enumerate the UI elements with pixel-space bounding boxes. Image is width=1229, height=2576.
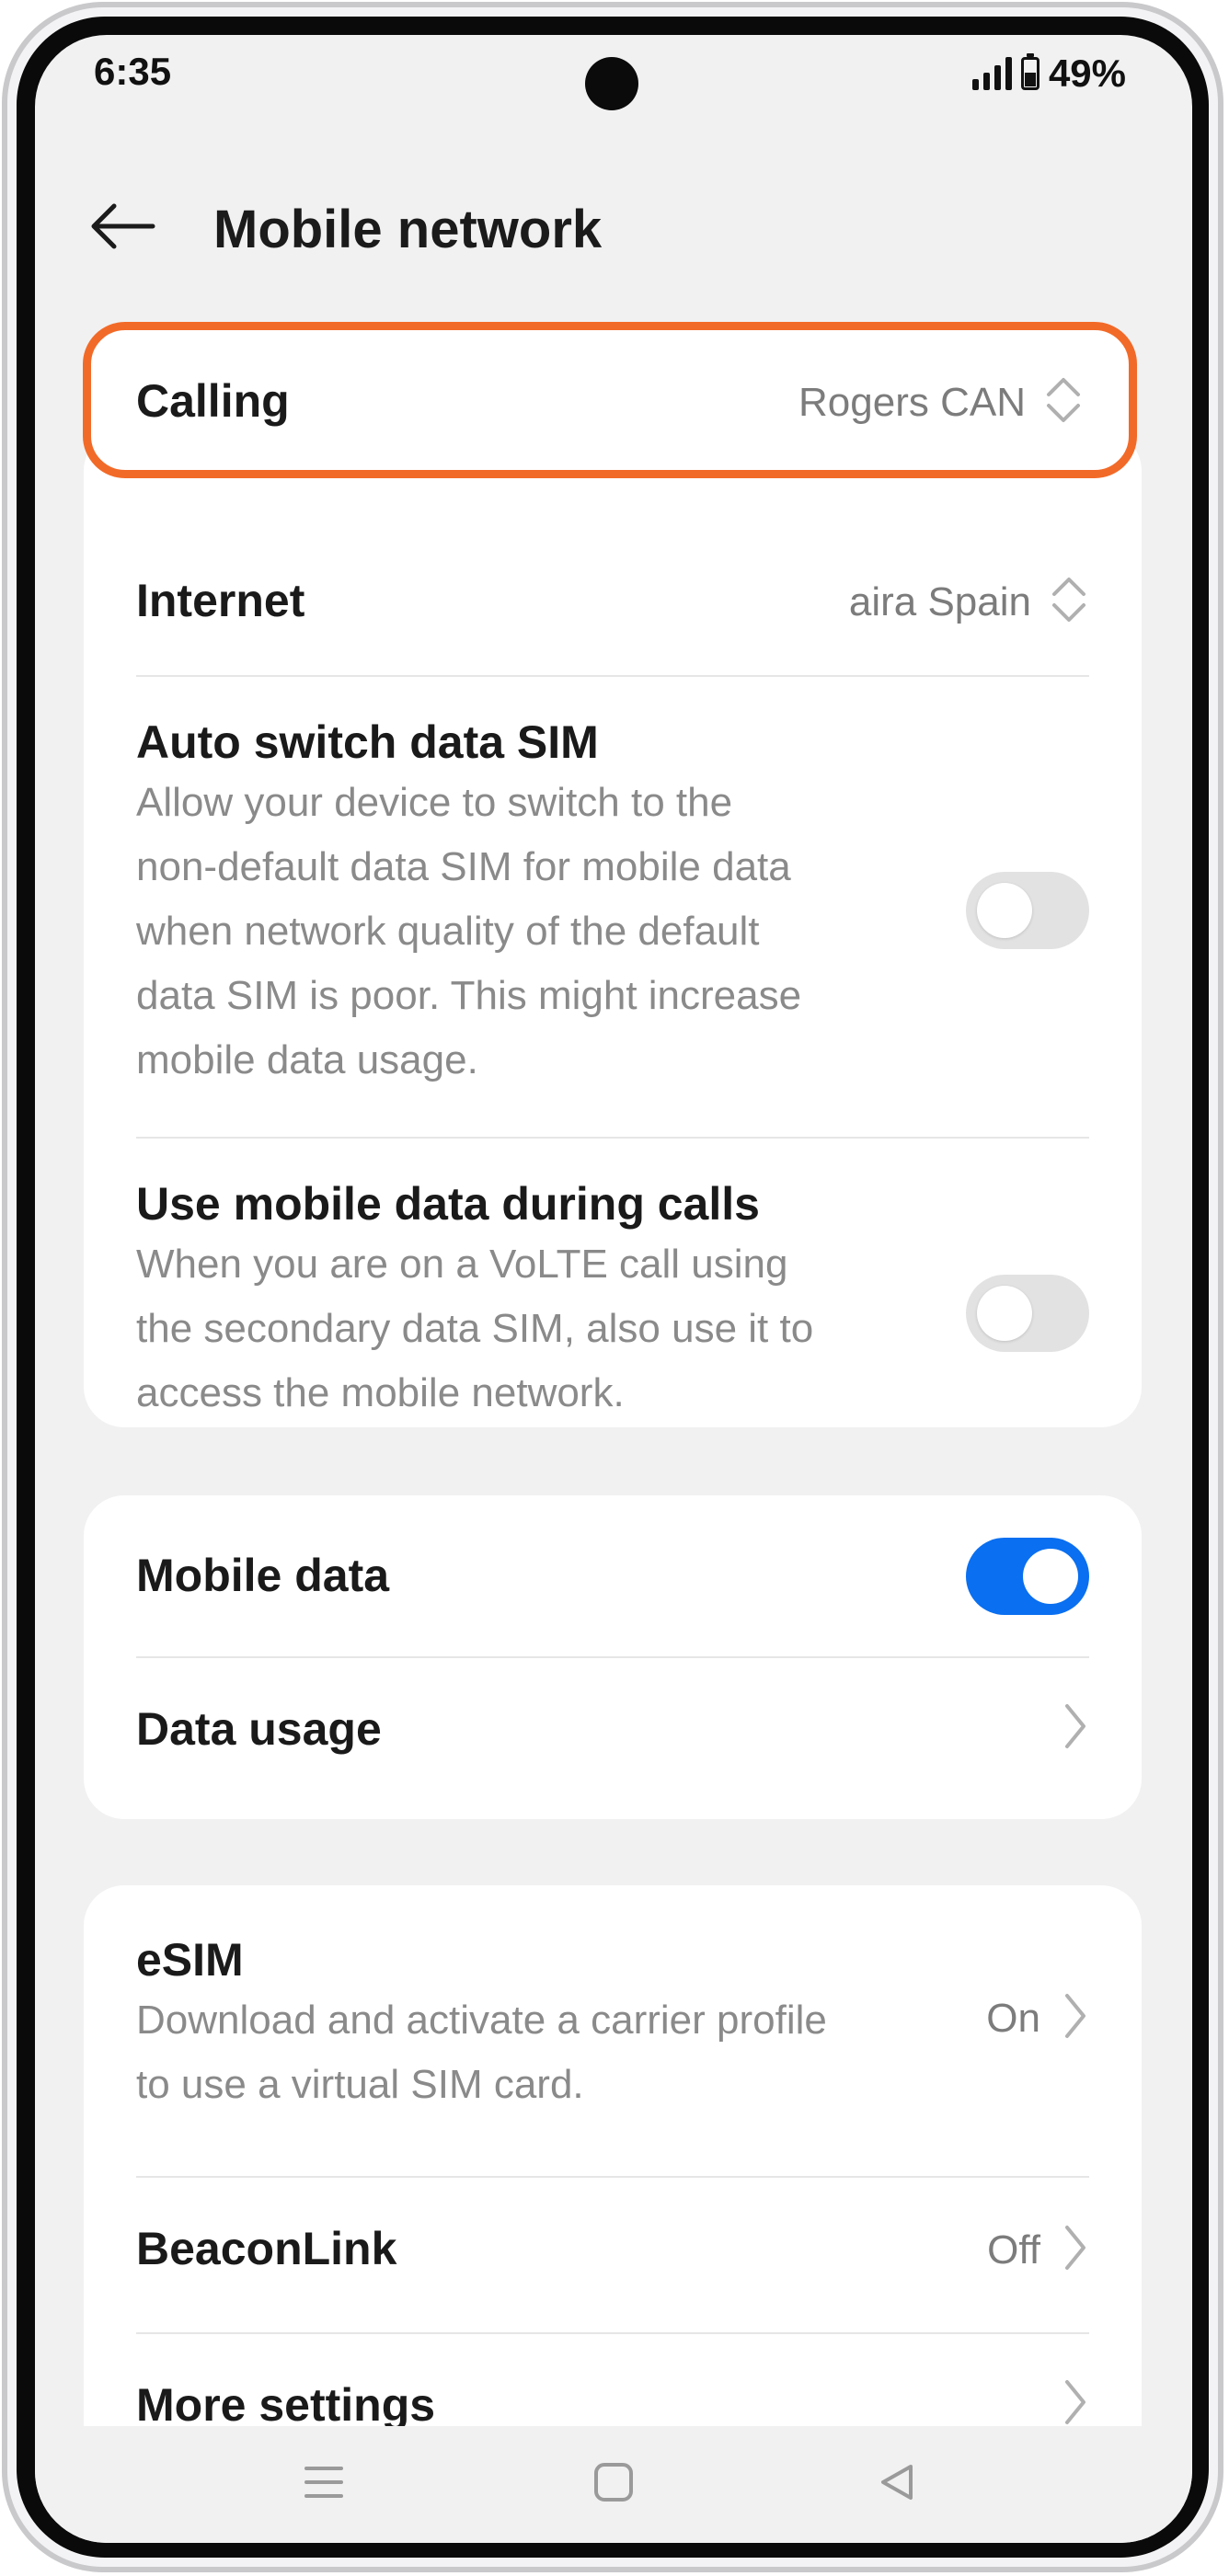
chevron-right-icon (1065, 2226, 1085, 2270)
phone-screen: 6:35 49% Mobile network Internet aira Sp… (35, 35, 1192, 2543)
back-nav-icon[interactable] (874, 2459, 920, 2505)
data-usage-row[interactable]: Data usage (84, 1658, 1142, 1819)
chevron-right-icon (1065, 2380, 1085, 2424)
battery-icon (1020, 53, 1039, 90)
auto-switch-label: Auto switch data SIM (136, 716, 599, 768)
sim-settings-card: Internet aira Spain Auto switch data SIM… (84, 430, 1142, 1427)
esim-label: eSIM (136, 1934, 244, 1986)
esim-description: Download and activate a carrier profile … (136, 1998, 827, 2107)
calling-label: Calling (136, 375, 290, 427)
mobile-data-card: Mobile data Data usage (84, 1495, 1142, 1819)
esim-value: On (986, 1996, 1040, 2041)
auto-switch-data-sim-row[interactable]: Auto switch data SIM Allow your device t… (84, 677, 1142, 1137)
data-during-calls-toggle[interactable] (966, 1275, 1089, 1352)
esim-row[interactable]: eSIM Download and activate a carrier pro… (84, 1885, 1142, 2161)
auto-switch-toggle[interactable] (966, 872, 1089, 949)
mobile-data-label: Mobile data (136, 1550, 390, 1601)
beaconlink-value: Off (987, 2227, 1040, 2273)
calling-value: Rogers CAN (798, 380, 1026, 425)
mobile-data-toggle[interactable] (966, 1538, 1089, 1615)
data-during-calls-label: Use mobile data during calls (136, 1178, 760, 1230)
internet-label: Internet (136, 575, 305, 626)
battery-percent: 49% (1048, 52, 1126, 95)
recent-apps-icon[interactable] (301, 2459, 347, 2505)
sim-extras-card: eSIM Download and activate a carrier pro… (84, 1885, 1142, 2474)
more-settings-label: More settings (136, 2379, 436, 2431)
signal-icon (971, 57, 1012, 90)
beaconlink-label: BeaconLink (136, 2223, 397, 2274)
beaconlink-row[interactable]: BeaconLink Off (84, 2178, 1142, 2332)
front-camera (585, 57, 638, 110)
mobile-data-row[interactable]: Mobile data (84, 1495, 1142, 1656)
data-usage-label: Data usage (136, 1703, 382, 1755)
auto-switch-description: Allow your device to switch to the non-d… (136, 780, 802, 1082)
status-icons: 49% (971, 52, 1126, 96)
status-time: 6:35 (94, 50, 172, 93)
up-down-chevron-icon (1052, 578, 1085, 622)
data-during-calls-row[interactable]: Use mobile data during calls When you ar… (84, 1139, 1142, 1415)
internet-row[interactable]: Internet aira Spain (84, 541, 1142, 660)
page-title: Mobile network (213, 200, 603, 259)
navigation-bar (35, 2426, 1192, 2543)
chevron-right-icon (1065, 1994, 1085, 2038)
back-arrow-icon[interactable] (86, 189, 160, 263)
calling-row[interactable]: Calling Rogers CAN (83, 322, 1137, 478)
chevron-right-icon (1065, 1704, 1085, 1748)
internet-value: aira Spain (848, 579, 1031, 624)
up-down-chevron-icon (1047, 378, 1080, 422)
home-icon[interactable] (591, 2459, 637, 2505)
data-during-calls-description: When you are on a VoLTE call using the s… (136, 1242, 814, 1415)
